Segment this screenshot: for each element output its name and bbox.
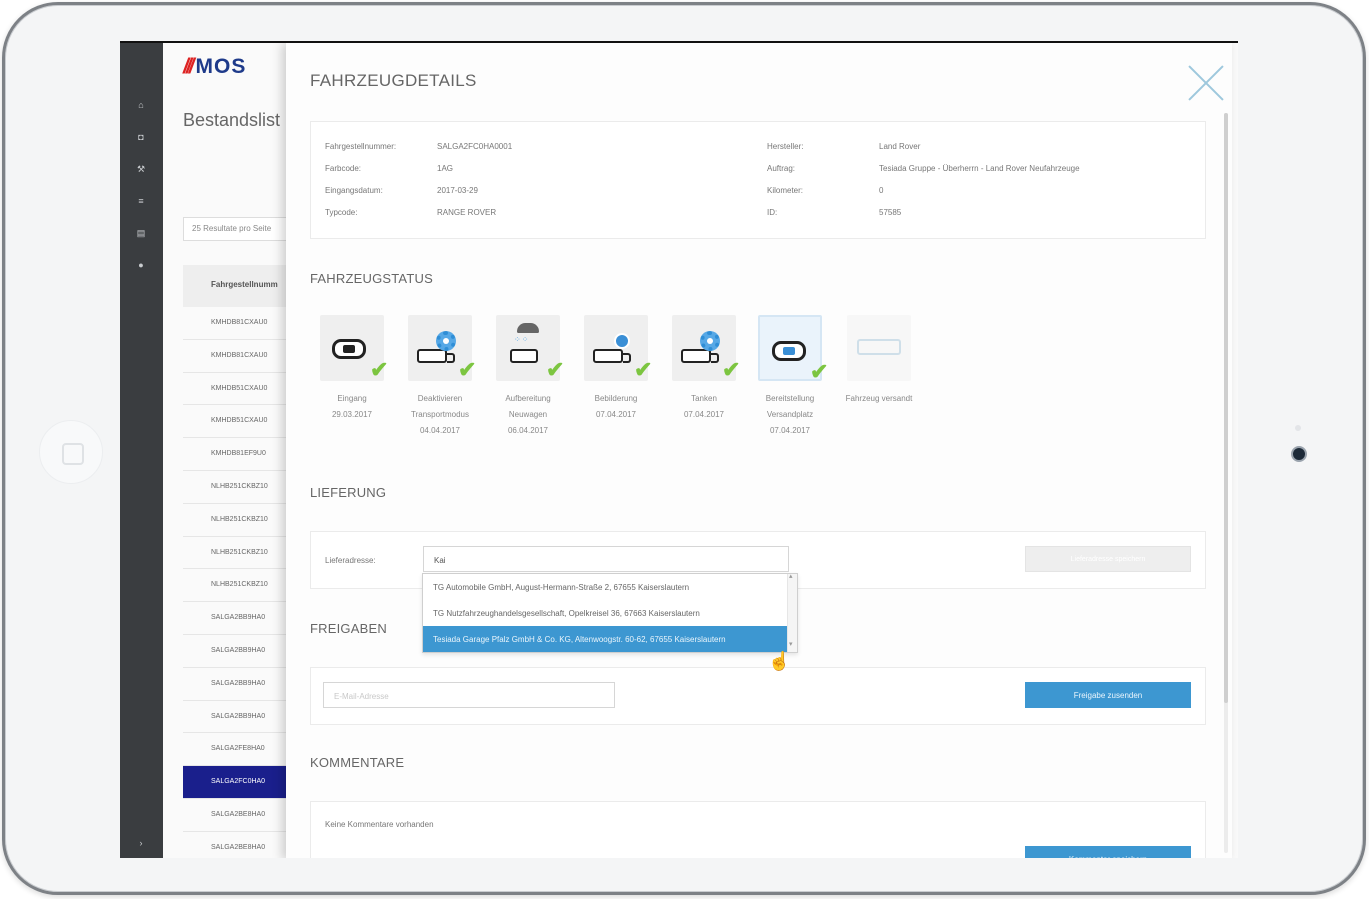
status-icon-tile-active: ✔: [758, 315, 828, 383]
status-bereitstellung: ✔ Bereitstellung Versandplatz 07.04.2017: [750, 315, 830, 439]
shower-icon: [517, 323, 539, 333]
status-eingang: ✔ Eingang 29.03.2017: [312, 315, 392, 423]
info-label: Typcode:: [325, 208, 358, 217]
info-value: 1AG: [437, 164, 454, 173]
status-label: Eingang: [337, 394, 367, 403]
no-comments-text: Keine Kommentare vorhanden: [325, 820, 434, 829]
expand-icon[interactable]: ›: [136, 839, 146, 848]
suggestion-item[interactable]: TG Automobile GmbH, August-Hermann-Straß…: [423, 574, 797, 600]
status-label: Bereitstellung Versandplatz: [765, 394, 815, 419]
close-icon[interactable]: [1188, 65, 1224, 101]
status-date: 06.04.2017: [507, 426, 549, 435]
info-value: 57585: [879, 208, 902, 217]
save-address-button[interactable]: Lieferadresse speichern: [1025, 546, 1191, 572]
page-title: Bestandslist: [183, 110, 281, 130]
status-label: Fahrzeug versandt: [845, 394, 913, 403]
pointer-cursor-icon: ☝: [768, 651, 791, 671]
truck-icon: [857, 339, 901, 355]
address-suggestions-dropdown: TG Automobile GmbH, August-Hermann-Straß…: [422, 572, 798, 653]
release-card: E-Mail-Adresse Freigabe zusenden: [310, 667, 1206, 725]
comments-card: Keine Kommentare vorhanden Kommentar spe…: [310, 801, 1206, 858]
status-date: 07.04.2017: [769, 426, 811, 435]
status-label: Aufbereitung Neuwagen: [505, 394, 551, 419]
info-label: ID:: [767, 208, 778, 217]
status-label: Deaktivieren Transportmodus: [411, 394, 469, 419]
status-icon-tile: ✔: [584, 315, 652, 381]
car-icon: [332, 339, 366, 359]
check-icon: ✔: [546, 357, 565, 382]
info-label: Eingangsdatum:: [325, 186, 383, 195]
delivery-section-title: LIEFERUNG: [310, 485, 387, 500]
info-label: Kilometer:: [767, 186, 804, 195]
info-value: Tesiada Gruppe - Überherrn - Land Rover …: [879, 164, 1080, 173]
comments-section-title: KOMMENTARE: [310, 755, 405, 770]
check-icon: ✔: [634, 357, 653, 382]
status-label: Tanken: [691, 394, 717, 403]
modal-scrollbar[interactable]: [1224, 113, 1228, 853]
status-date: 04.04.2017: [419, 426, 461, 435]
send-release-button[interactable]: Freigabe zusenden: [1025, 682, 1191, 708]
check-icon: ✔: [458, 357, 477, 382]
status-transportmodus: ✔ Deaktivieren Transportmodus 04.04.2017: [400, 315, 480, 439]
status-icon-tile: ✔: [320, 315, 388, 381]
wrench-icon[interactable]: ⚒: [136, 165, 146, 174]
scrollbar-thumb[interactable]: [1224, 113, 1228, 703]
nav-rail: ⌂ ◘ ⚒ ≡ ▤ ● ›: [120, 43, 163, 858]
status-date: 07.04.2017: [595, 410, 637, 419]
car-icon[interactable]: ◘: [136, 133, 146, 142]
status-icon-tile: ⁘⁘ ✔: [496, 315, 564, 381]
info-value: RANGE ROVER: [437, 208, 497, 217]
vehicle-icon: [510, 345, 540, 365]
sensor: [1295, 425, 1301, 431]
info-label: Farbcode:: [325, 164, 362, 173]
info-value: SALGA2FC0HA0001: [437, 142, 513, 151]
info-value: 2017-03-29: [437, 186, 478, 195]
camera-icon: [1291, 446, 1307, 462]
info-value: Land Rover: [879, 142, 921, 151]
check-icon: ✔: [722, 357, 741, 382]
check-icon: ✔: [810, 359, 829, 384]
check-icon: ✔: [370, 357, 389, 382]
camera-icon: [614, 333, 630, 349]
screen: ⌂ ◘ ⚒ ≡ ▤ ● › ///MOS Bestandslist 25 Res…: [120, 41, 1238, 858]
status-versandt: Fahrzeug versandt: [838, 315, 920, 407]
release-section-title: FREIGABEN: [310, 621, 387, 636]
email-field[interactable]: E-Mail-Adresse: [323, 682, 615, 708]
gear-icon: [700, 331, 720, 351]
suggestion-item-active[interactable]: Tesiada Garage Pfalz GmbH & Co. KG, Alte…: [423, 626, 797, 652]
status-icon-tile-pending: [847, 315, 911, 381]
vehicle-info-card: Fahrgestellnummer: SALGA2FC0HA0001 Farbc…: [310, 121, 1206, 239]
dropdown-scrollbar[interactable]: [787, 572, 797, 652]
user-icon[interactable]: ●: [136, 261, 146, 270]
car-icon: [772, 341, 806, 361]
home-icon[interactable]: ⌂: [136, 101, 146, 110]
status-tanken: ✔ Tanken 07.04.2017: [664, 315, 744, 423]
gear-icon: [436, 331, 456, 351]
info-label: Fahrgestellnummer:: [325, 142, 397, 151]
status-icon-tile: ✔: [672, 315, 740, 381]
info-label: Hersteller:: [767, 142, 804, 151]
delivery-address-label: Lieferadresse:: [325, 556, 376, 565]
info-value: 0: [879, 186, 884, 195]
status-icon-tile: ✔: [408, 315, 476, 381]
status-bebilderung: ✔ Bebilderung 07.04.2017: [576, 315, 656, 423]
suggestion-item[interactable]: TG Nutzfahrzeughandelsgesellschaft, Opel…: [423, 600, 797, 626]
info-label: Auftrag:: [767, 164, 796, 173]
status-section-title: FAHRZEUGSTATUS: [310, 271, 433, 286]
status-date: 29.03.2017: [331, 410, 373, 419]
modal-title: FAHRZEUGDETAILS: [310, 71, 477, 90]
status-aufbereitung: ⁘⁘ ✔ Aufbereitung Neuwagen 06.04.2017: [488, 315, 568, 439]
water-drops-icon: ⁘⁘: [514, 335, 530, 344]
status-date: 07.04.2017: [683, 410, 725, 419]
vehicle-details-modal: FAHRZEUGDETAILS Fahrgestellnummer: SALGA…: [286, 43, 1232, 858]
list-icon[interactable]: ≡: [136, 197, 146, 206]
save-comment-button[interactable]: Kommentar speichern: [1025, 846, 1191, 858]
document-icon[interactable]: ▤: [136, 229, 146, 238]
status-label: Bebilderung: [594, 394, 638, 403]
delivery-address-input[interactable]: Kai: [423, 546, 789, 572]
home-button[interactable]: [39, 420, 103, 484]
logo: ///MOS: [183, 55, 247, 78]
